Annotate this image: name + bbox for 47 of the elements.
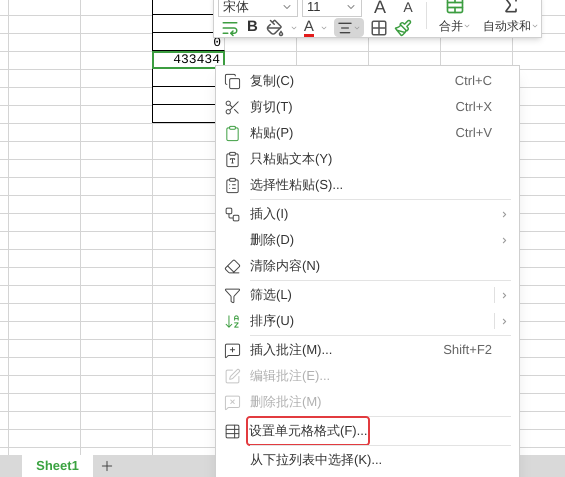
scissors-icon — [224, 98, 240, 116]
menu-item[interactable]: 只粘贴文本(Y) — [216, 146, 519, 172]
menu-item[interactable]: 插入(I) — [216, 201, 519, 227]
menu-item[interactable]: 剪切(T) Ctrl+X — [216, 94, 519, 120]
eraser-icon — [224, 258, 240, 274]
format-painter-icon[interactable] — [394, 18, 412, 36]
merge-cells-icon[interactable] — [445, 0, 465, 15]
shortcut-text: Ctrl+C — [454, 72, 492, 90]
menu-item[interactable]: 设置单元格格式(F)... — [216, 418, 519, 444]
clipboard-list-icon — [224, 176, 240, 194]
filter-icon — [224, 286, 240, 304]
menu-item[interactable]: 选择性粘贴(S)... — [216, 172, 519, 198]
decrease-font-button[interactable]: A — [398, 0, 418, 14]
comment-add-icon — [224, 342, 240, 358]
menu-item[interactable]: 筛选(L) — [216, 282, 519, 308]
increase-font-button[interactable]: A — [366, 0, 394, 16]
borders-icon[interactable] — [370, 18, 388, 36]
shortcut-text: Shift+F2 — [443, 341, 492, 360]
caret-icon — [463, 22, 471, 30]
menu-item[interactable]: 删除(D) — [216, 227, 519, 253]
shortcut-text: Ctrl+X — [456, 98, 492, 116]
edit-icon — [224, 368, 240, 384]
clipboard-text-icon — [224, 150, 240, 168]
sort-icon — [224, 312, 240, 330]
autosum-button[interactable]: 自动求和 — [483, 17, 539, 35]
menu-item[interactable]: 粘贴(P) Ctrl+V — [216, 120, 519, 146]
comment-delete-icon — [224, 394, 240, 410]
menu-item[interactable]: 插入批注(M)... Shift+F2 — [216, 337, 519, 363]
align-center-button[interactable] — [334, 18, 364, 37]
font-color-button[interactable]: A — [304, 18, 314, 36]
merge-button[interactable]: 合并 — [439, 17, 471, 35]
menu-item[interactable]: 排序(U) — [216, 308, 519, 334]
caret-icon — [531, 22, 539, 30]
bold-button[interactable]: B — [245, 16, 260, 39]
font-dropdown[interactable]: 宋体 — [218, 0, 298, 17]
menu-item[interactable]: 清除内容(N) — [216, 253, 519, 279]
menu-item[interactable]: 复制(C) Ctrl+C — [216, 68, 519, 94]
table-cell: 433434 — [152, 51, 225, 69]
table-icon — [224, 422, 240, 440]
clipboard-icon — [224, 124, 240, 142]
align-center-icon — [336, 20, 353, 36]
menu-item[interactable]: 从下拉列表中选择(K)... — [216, 447, 519, 473]
add-sheet-icon[interactable] — [99, 458, 115, 474]
size-dropdown[interactable]: 11 — [302, 0, 362, 17]
copy-icon — [224, 72, 240, 90]
fill-color-icon[interactable] — [266, 18, 284, 36]
shortcut-text: Ctrl+V — [456, 124, 492, 142]
